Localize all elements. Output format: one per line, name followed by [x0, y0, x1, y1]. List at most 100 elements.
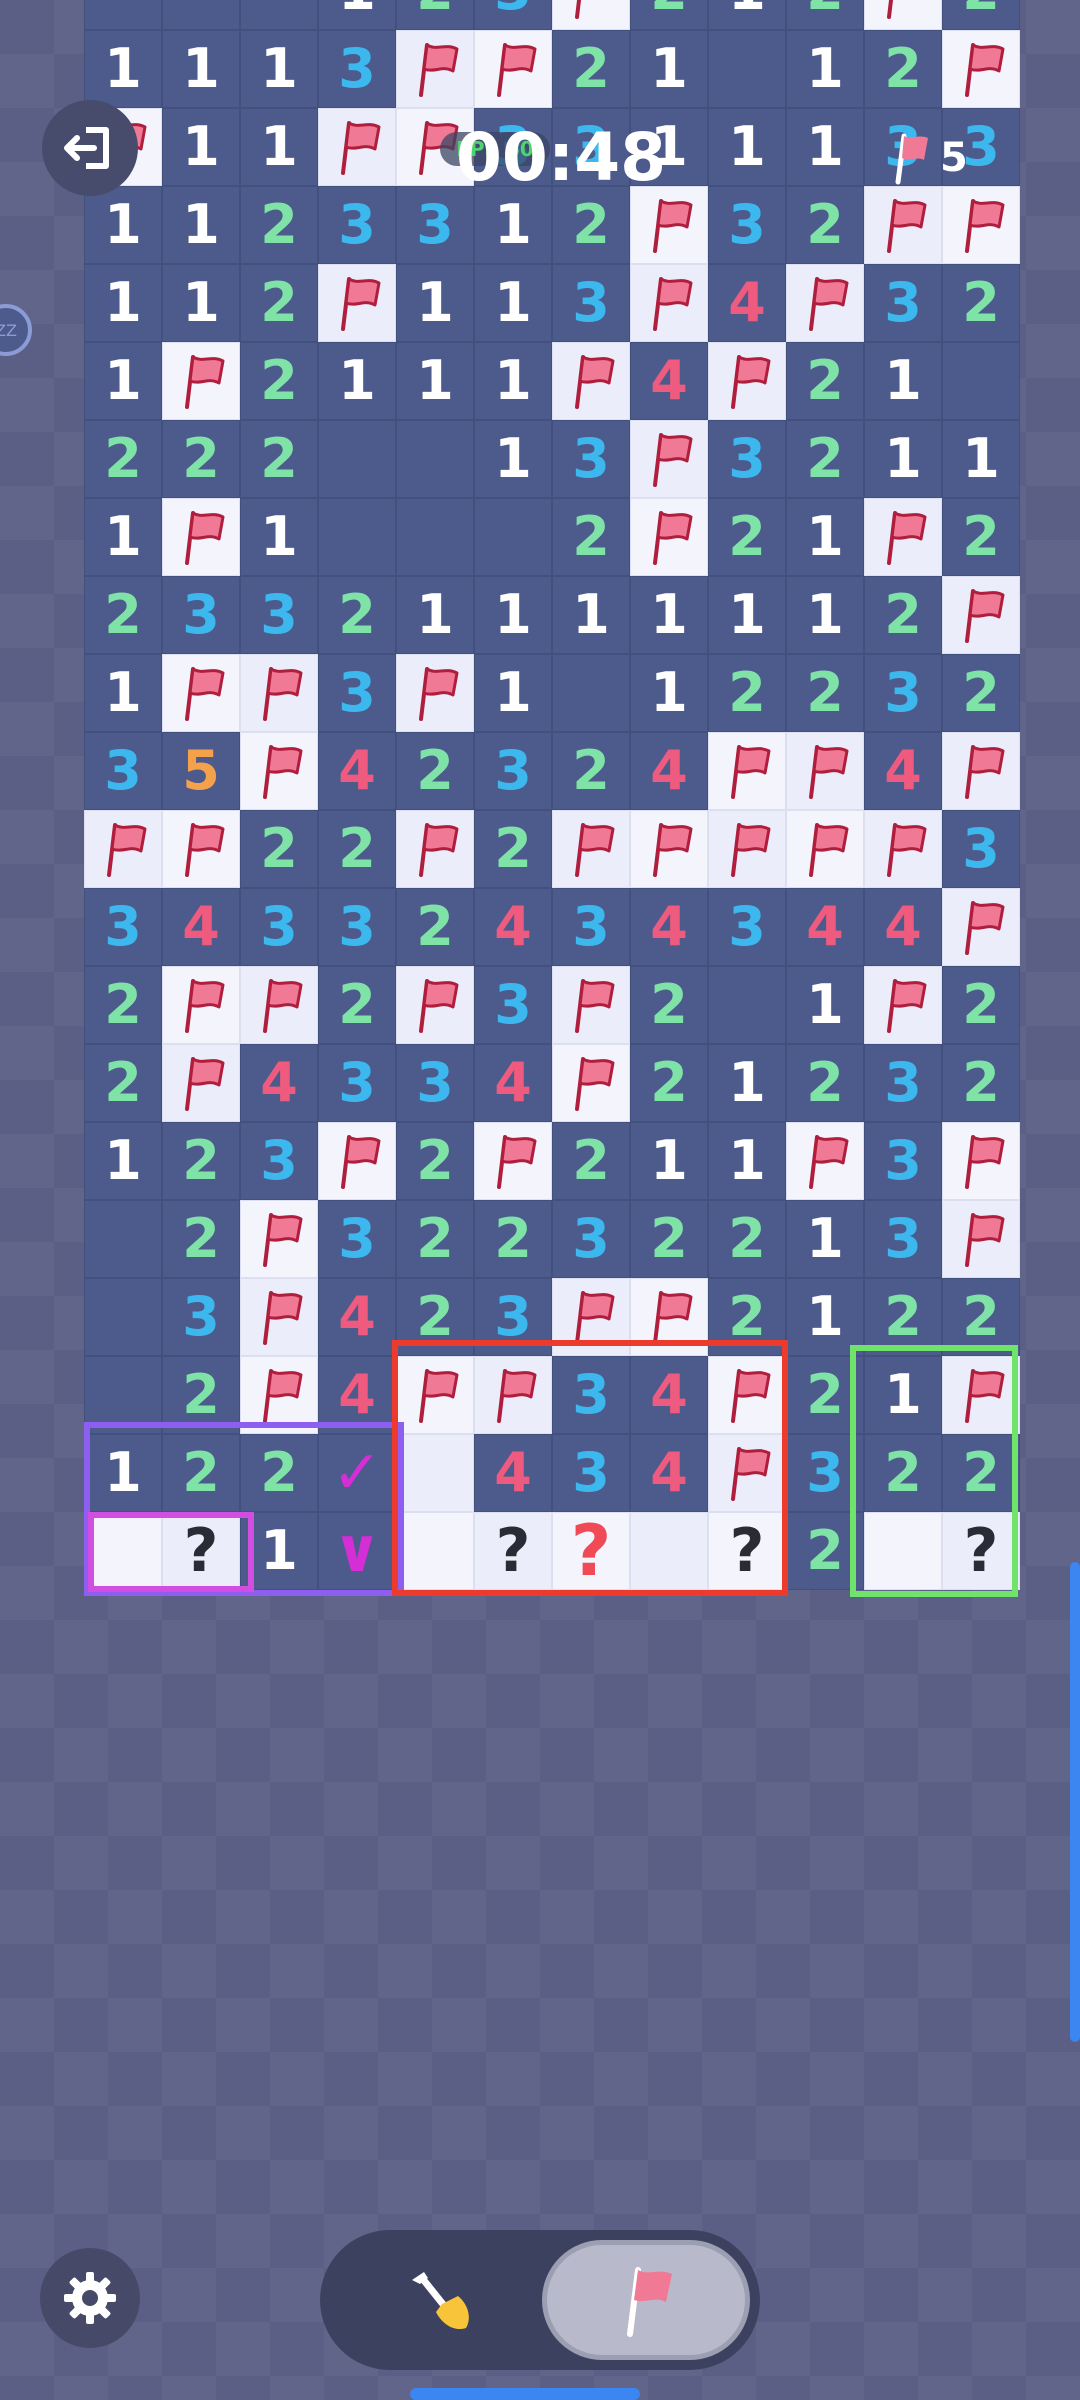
number-cell[interactable]: 3 [552, 1356, 630, 1434]
number-cell[interactable]: 3 [864, 1044, 942, 1122]
flagged-cell[interactable] [552, 966, 630, 1044]
hidden-cell[interactable] [84, 1512, 162, 1590]
number-cell[interactable]: 2 [942, 1044, 1020, 1122]
number-cell[interactable]: 2 [240, 810, 318, 888]
scrollbar[interactable] [1070, 1562, 1080, 2042]
flagged-cell[interactable] [942, 30, 1020, 108]
flagged-cell[interactable] [162, 498, 240, 576]
question-cell[interactable]: ? [162, 1512, 240, 1590]
number-cell[interactable]: 2 [162, 420, 240, 498]
mode-toggle[interactable] [320, 2230, 760, 2370]
number-cell[interactable]: 3 [864, 1200, 942, 1278]
flagged-cell[interactable] [162, 1044, 240, 1122]
number-cell[interactable]: 4 [630, 1434, 708, 1512]
number-cell[interactable]: 1 [474, 576, 552, 654]
flagged-cell[interactable] [240, 1278, 318, 1356]
number-cell[interactable]: 2 [552, 1122, 630, 1200]
number-cell[interactable]: 2 [396, 888, 474, 966]
number-cell[interactable]: 2 [240, 342, 318, 420]
number-cell[interactable]: 2 [942, 1278, 1020, 1356]
number-cell[interactable]: 3 [942, 810, 1020, 888]
number-cell[interactable]: 2 [708, 1278, 786, 1356]
settings-button[interactable] [40, 2248, 140, 2348]
number-cell[interactable]: 1 [84, 186, 162, 264]
flagged-cell[interactable] [942, 1356, 1020, 1434]
number-cell[interactable]: 2 [630, 0, 708, 30]
empty-cell[interactable] [396, 498, 474, 576]
flagged-cell[interactable] [162, 810, 240, 888]
number-cell[interactable]: 1 [240, 498, 318, 576]
home-indicator[interactable] [410, 2388, 640, 2400]
number-cell[interactable]: 2 [942, 264, 1020, 342]
number-cell[interactable]: 1 [162, 108, 240, 186]
number-cell[interactable]: 1 [396, 342, 474, 420]
number-cell[interactable]: 4 [162, 888, 240, 966]
number-cell[interactable]: 1 [84, 264, 162, 342]
flagged-cell[interactable] [630, 1278, 708, 1356]
number-cell[interactable]: 2 [240, 1434, 318, 1512]
number-cell[interactable]: 1 [786, 966, 864, 1044]
flagged-cell[interactable] [630, 420, 708, 498]
number-cell[interactable]: 2 [474, 1200, 552, 1278]
number-cell[interactable]: 1 [162, 30, 240, 108]
number-cell[interactable]: 1 [162, 186, 240, 264]
number-cell[interactable]: 1 [162, 264, 240, 342]
number-cell[interactable]: 3 [318, 888, 396, 966]
empty-cell[interactable] [84, 1278, 162, 1356]
hidden-cell[interactable] [396, 1512, 474, 1590]
number-cell[interactable]: 3 [240, 1122, 318, 1200]
flagged-cell[interactable] [786, 1122, 864, 1200]
number-cell[interactable]: 1 [240, 30, 318, 108]
flagged-cell[interactable] [864, 0, 942, 30]
number-cell[interactable]: 2 [240, 186, 318, 264]
check-mark-cell[interactable]: ✓ [318, 1434, 396, 1512]
question-cell[interactable]: ? [474, 1512, 552, 1590]
flagged-cell[interactable] [396, 1356, 474, 1434]
number-cell[interactable]: 3 [474, 966, 552, 1044]
flagged-cell[interactable] [84, 810, 162, 888]
number-cell[interactable]: 4 [240, 1044, 318, 1122]
flagged-cell[interactable] [864, 966, 942, 1044]
dig-mode-button[interactable] [340, 2245, 540, 2355]
flagged-cell[interactable] [474, 30, 552, 108]
flagged-cell[interactable] [162, 966, 240, 1044]
number-cell[interactable]: 3 [318, 1200, 396, 1278]
number-cell[interactable]: 3 [786, 1434, 864, 1512]
number-cell[interactable]: 2 [708, 654, 786, 732]
flagged-cell[interactable] [552, 342, 630, 420]
number-cell[interactable]: 1 [84, 30, 162, 108]
number-cell[interactable]: 2 [396, 1200, 474, 1278]
number-cell[interactable]: 4 [318, 1278, 396, 1356]
number-cell[interactable]: 3 [318, 186, 396, 264]
flagged-cell[interactable] [318, 264, 396, 342]
number-cell[interactable]: 2 [786, 654, 864, 732]
number-cell[interactable]: 4 [474, 888, 552, 966]
number-cell[interactable]: 1 [630, 654, 708, 732]
empty-cell[interactable] [240, 0, 318, 30]
number-cell[interactable]: 4 [864, 888, 942, 966]
number-cell[interactable]: 2 [786, 1356, 864, 1434]
number-cell[interactable]: 3 [864, 654, 942, 732]
flagged-cell[interactable] [942, 576, 1020, 654]
number-cell[interactable]: 3 [708, 420, 786, 498]
number-cell[interactable]: 2 [240, 420, 318, 498]
flagged-cell[interactable] [630, 810, 708, 888]
number-cell[interactable]: 3 [162, 1278, 240, 1356]
question-cell[interactable]: ? [942, 1512, 1020, 1590]
number-cell[interactable]: 4 [630, 342, 708, 420]
flagged-cell[interactable] [240, 732, 318, 810]
number-cell[interactable]: 2 [396, 732, 474, 810]
number-cell[interactable]: 1 [84, 654, 162, 732]
empty-cell[interactable] [474, 498, 552, 576]
flagged-cell[interactable] [396, 966, 474, 1044]
number-cell[interactable]: 2 [630, 966, 708, 1044]
number-cell[interactable]: 2 [708, 1200, 786, 1278]
flagged-cell[interactable] [864, 810, 942, 888]
flagged-cell[interactable] [864, 186, 942, 264]
flagged-cell[interactable] [240, 1200, 318, 1278]
number-cell[interactable]: 3 [318, 1044, 396, 1122]
number-cell[interactable]: 1 [786, 1200, 864, 1278]
number-cell[interactable]: 1 [786, 498, 864, 576]
flagged-cell[interactable] [786, 732, 864, 810]
number-cell[interactable]: 2 [786, 186, 864, 264]
